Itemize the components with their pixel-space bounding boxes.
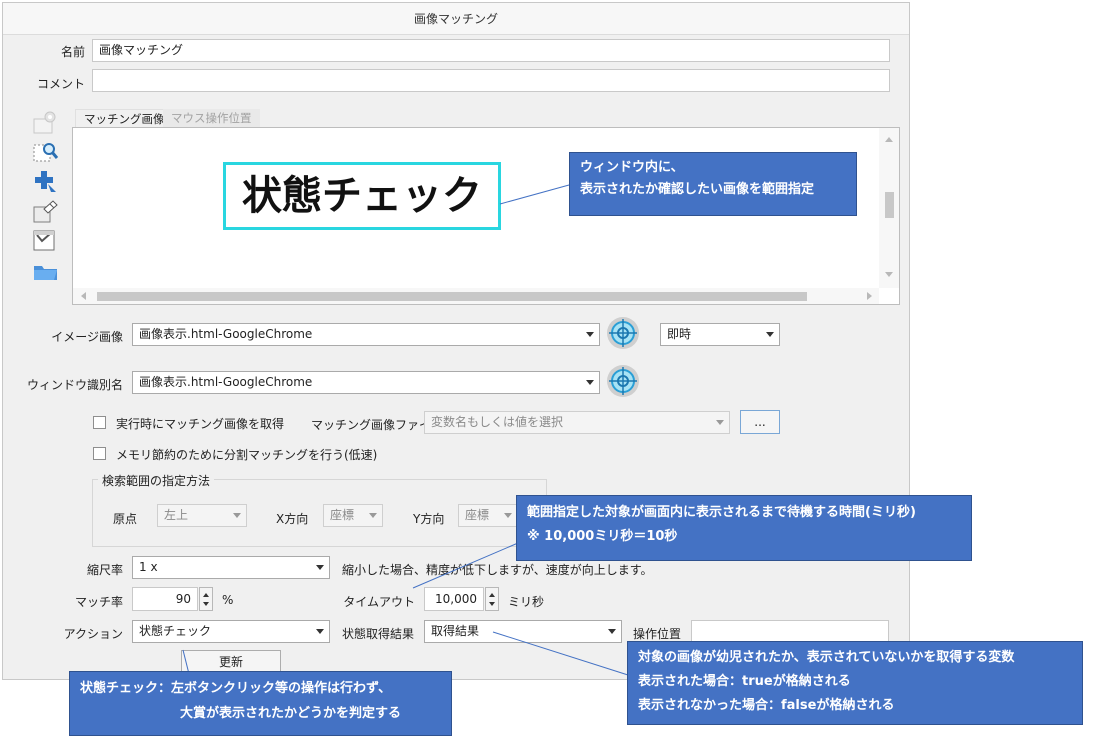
edit-image-icon[interactable] xyxy=(31,199,61,225)
tab-matching-image[interactable]: マッチング画像 xyxy=(75,109,174,128)
chevron-down-icon xyxy=(716,420,724,425)
chevron-down-icon xyxy=(504,513,512,518)
timeout-input[interactable]: 10,000 xyxy=(424,587,484,611)
result-callout-line3: 表示されなかった場合：falseが格納される xyxy=(638,698,895,713)
origin-select[interactable]: 左上 xyxy=(157,504,247,527)
timeout-callout-line1: 範囲指定した対象が画面内に表示されるまで待機する時間(ミリ秒) xyxy=(527,505,916,520)
window-callout-line2: 表示されたか確認したい画像を範囲指定 xyxy=(580,182,815,197)
window-callout-line1: ウィンドウ内に、 xyxy=(580,160,684,175)
result-callout: 対象の画像が幼児されたか、表示されていないかを取得する変数 表示された場合：tr… xyxy=(627,641,1083,725)
scale-select[interactable]: 1 x xyxy=(132,556,330,579)
target-icon[interactable] xyxy=(606,364,640,398)
image-matching-dialog: 画像マッチング 名前 画像マッチング コメント マッチング画像 マウス操作位置 … xyxy=(2,2,910,680)
search-range-legend: 検索範囲の指定方法 xyxy=(98,472,215,489)
image-select[interactable]: 画像表示.html-GoogleChrome xyxy=(132,323,600,346)
match-file-placeholder: 変数名もしくは値を選択 xyxy=(431,415,564,429)
result-label: 状態取得結果 xyxy=(342,627,415,641)
chevron-down-icon xyxy=(586,332,594,337)
scroll-left-icon[interactable] xyxy=(81,292,86,300)
capture-on-run-label: 実行時にマッチング画像を取得 xyxy=(116,417,285,431)
timeout-label: タイムアウト xyxy=(343,595,415,609)
window-select-value: 画像表示.html-GoogleChrome xyxy=(139,375,313,389)
name-input[interactable]: 画像マッチング xyxy=(92,39,890,62)
op-position-input[interactable] xyxy=(691,620,889,643)
scale-note: 縮小した場合、精度が低下しますが、速度が向上します。 xyxy=(342,563,653,577)
origin-select-value: 左上 xyxy=(164,508,189,522)
crosshair-plus-icon[interactable] xyxy=(31,169,61,195)
gear-icon[interactable] xyxy=(31,109,61,135)
window-label: ウィンドウ識別名 xyxy=(26,378,123,392)
x-direction-label: X方向 xyxy=(276,512,309,526)
folder-icon[interactable] xyxy=(31,259,61,283)
y-direction-label: Y方向 xyxy=(413,512,445,526)
y-direction-value: 座標 xyxy=(465,508,490,522)
chevron-down-icon xyxy=(766,332,774,337)
result-select-value: 取得結果 xyxy=(431,624,480,638)
scale-label: 縮尺率 xyxy=(86,563,123,577)
vertical-scrollbar[interactable] xyxy=(879,128,899,288)
horizontal-scroll-thumb[interactable] xyxy=(97,292,807,301)
image-label: イメージ画像 xyxy=(51,330,123,344)
preview-image-text: 状態チェック xyxy=(242,173,482,219)
scroll-up-icon[interactable] xyxy=(885,137,893,142)
horizontal-scrollbar[interactable] xyxy=(73,288,879,304)
timing-select[interactable]: 即時 xyxy=(660,323,780,346)
match-rate-label: マッチ率 xyxy=(74,595,123,609)
action-callout-line2: 大賞が表示されたかどうかを判定する xyxy=(180,706,402,721)
match-rate-unit: % xyxy=(222,593,234,607)
target-icon[interactable] xyxy=(606,316,640,350)
browse-button[interactable]: ... xyxy=(740,410,780,434)
comment-input[interactable] xyxy=(92,69,890,92)
action-callout: 状態チェック：左ボタンクリック等の操作は行わず、 大賞が表示されたかどうかを判定… xyxy=(69,671,452,736)
action-callout-line1: 状態チェック：左ボタンクリック等の操作は行わず、 xyxy=(80,681,392,696)
x-direction-value: 座標 xyxy=(330,508,355,522)
timeout-spinner[interactable] xyxy=(485,587,499,611)
timeout-callout: 範囲指定した対象が画面内に表示されるまで待機する時間(ミリ秒) ※ 10,000… xyxy=(516,495,972,561)
capture-on-run-checkbox[interactable] xyxy=(93,416,106,429)
chevron-down-icon xyxy=(233,513,241,518)
match-rate-input[interactable]: 90 xyxy=(132,587,198,611)
memory-saving-checkbox[interactable] xyxy=(93,447,106,460)
chevron-down-icon xyxy=(369,513,377,518)
chevron-down-icon xyxy=(316,565,324,570)
op-position-label: 操作位置 xyxy=(633,627,682,641)
chevron-down-icon xyxy=(586,380,594,385)
tab-mouse-position[interactable]: マウス操作位置 xyxy=(163,109,260,127)
timing-select-value: 即時 xyxy=(667,327,692,341)
y-direction-select[interactable]: 座標 xyxy=(458,504,518,527)
action-label: アクション xyxy=(63,627,123,641)
window-select[interactable]: 画像表示.html-GoogleChrome xyxy=(132,371,600,394)
timeout-callout-line2: ※ 10,000ミリ秒＝10秒 xyxy=(527,529,678,544)
scroll-down-icon[interactable] xyxy=(885,272,893,277)
window-callout: ウィンドウ内に、 表示されたか確認したい画像を範囲指定 xyxy=(569,152,857,216)
memory-saving-label: メモリ節約のために分割マッチングを行う(低速) xyxy=(116,448,378,462)
window-title: 画像マッチング xyxy=(3,3,909,35)
vertical-scroll-thumb[interactable] xyxy=(885,192,894,218)
timeout-unit: ミリ秒 xyxy=(508,595,545,609)
x-direction-select[interactable]: 座標 xyxy=(323,504,383,527)
result-callout-line2: 表示された場合：trueが格納される xyxy=(638,674,851,689)
result-select[interactable]: 取得結果 xyxy=(424,620,622,643)
capture-icon[interactable] xyxy=(31,227,61,253)
origin-label: 原点 xyxy=(113,512,138,526)
match-file-select[interactable]: 変数名もしくは値を選択 xyxy=(424,411,730,434)
chevron-down-icon xyxy=(608,629,616,634)
scroll-right-icon[interactable] xyxy=(867,292,872,300)
name-label: 名前 xyxy=(60,45,85,59)
match-rate-spinner[interactable] xyxy=(199,587,213,611)
comment-label: コメント xyxy=(36,77,85,91)
chevron-down-icon xyxy=(316,629,324,634)
zoom-select-icon[interactable] xyxy=(31,139,61,165)
scale-select-value: 1 x xyxy=(139,560,158,574)
action-select[interactable]: 状態チェック xyxy=(132,620,330,643)
image-select-value: 画像表示.html-GoogleChrome xyxy=(139,327,313,341)
result-callout-line1: 対象の画像が幼児されたか、表示されていないかを取得する変数 xyxy=(638,650,1015,665)
action-select-value: 状態チェック xyxy=(139,624,212,638)
